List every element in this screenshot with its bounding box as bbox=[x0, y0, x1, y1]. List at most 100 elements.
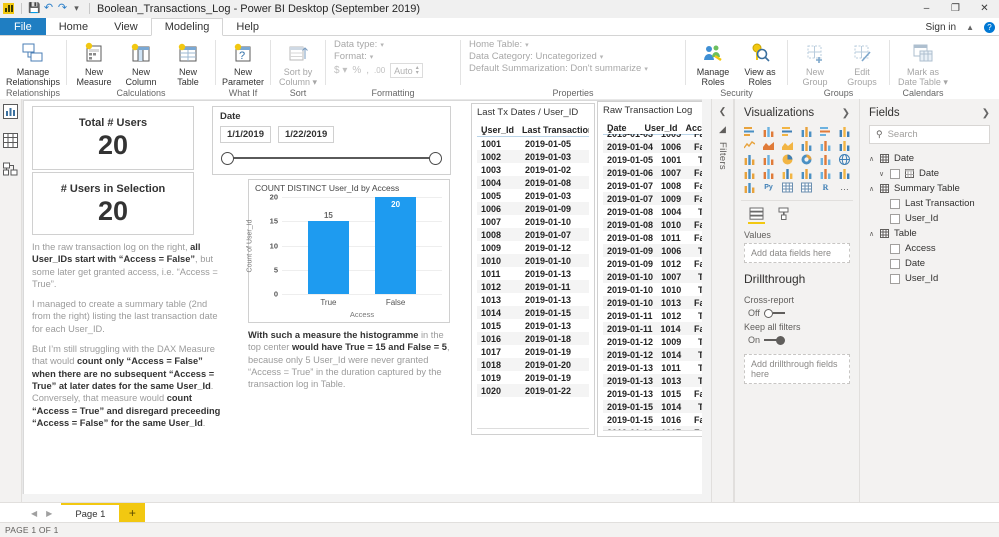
table-row[interactable]: 1001 2019-01-05 bbox=[477, 137, 589, 150]
col-header-date[interactable]: Date ▲ bbox=[603, 121, 640, 135]
field-item[interactable]: Last Transaction bbox=[860, 196, 999, 211]
field-checkbox[interactable] bbox=[890, 213, 900, 224]
field-checkbox[interactable] bbox=[890, 168, 900, 179]
sort-by-column-button[interactable]: Sort by Column ▾ bbox=[275, 39, 321, 87]
report-view-button[interactable] bbox=[2, 103, 19, 121]
slicer-track[interactable] bbox=[221, 152, 442, 165]
field-checkbox[interactable] bbox=[890, 258, 900, 269]
r-visual-icon[interactable]: R bbox=[817, 181, 834, 193]
table-row[interactable]: 1009 2019-01-12 bbox=[477, 241, 589, 254]
new-measure-button[interactable]: New Measure bbox=[71, 39, 117, 87]
table-item[interactable]: ∧ Date bbox=[860, 151, 999, 166]
view-as-roles-button[interactable]: View as Roles bbox=[737, 39, 783, 87]
table-row[interactable]: 1006 2019-01-09 bbox=[477, 202, 589, 215]
field-checkbox[interactable] bbox=[890, 273, 900, 284]
field-item[interactable]: User_Id bbox=[860, 211, 999, 226]
table-row[interactable]: 1020 2019-01-22 bbox=[477, 384, 589, 397]
keep-all-filters-toggle[interactable] bbox=[764, 335, 786, 345]
tab-home[interactable]: Home bbox=[46, 18, 101, 36]
chevron-down-icon[interactable]: ▾ bbox=[600, 53, 604, 61]
table-row[interactable]: 1019 2019-01-19 bbox=[477, 371, 589, 384]
table-row[interactable]: 2019-01-111014False bbox=[603, 322, 711, 335]
canvas-vertical-scrollbar[interactable] bbox=[702, 99, 711, 503]
table-row[interactable]: 2019-01-081010False bbox=[603, 218, 711, 231]
edit-groups-button[interactable]: Edit Groups bbox=[839, 39, 885, 87]
table-row[interactable]: 1010 2019-01-10 bbox=[477, 254, 589, 267]
table-row[interactable]: 2019-01-151014True bbox=[603, 400, 711, 413]
table-row[interactable]: 2019-01-091012False bbox=[603, 257, 711, 270]
chevron-up-icon[interactable]: ∧ bbox=[868, 185, 875, 193]
fields-search-box[interactable]: ⚲ Search bbox=[869, 125, 990, 144]
line-chart-icon[interactable] bbox=[741, 139, 758, 151]
thousands-separator-icon[interactable]: , bbox=[366, 65, 369, 76]
gauge-icon[interactable] bbox=[779, 167, 796, 179]
table-row[interactable]: 2019-01-071009False bbox=[603, 192, 711, 205]
100-stacked-column-chart-icon[interactable] bbox=[836, 125, 853, 137]
chevron-up-icon[interactable]: ∧ bbox=[868, 155, 875, 163]
slicer-start-input[interactable]: 1/1/2019 bbox=[220, 126, 271, 143]
home-table-row[interactable]: Home Table: ▾ bbox=[469, 39, 529, 50]
col-header-user-id[interactable]: User_Id ▲ bbox=[477, 123, 518, 137]
tab-view[interactable]: View bbox=[101, 18, 151, 36]
data-view-button[interactable] bbox=[2, 132, 19, 150]
slicer-handle-right[interactable] bbox=[429, 152, 442, 165]
table-last-tx-dates-per-userid[interactable]: Last Tx Dates / User_ID User_Id ▲ Last T… bbox=[471, 103, 595, 435]
tab-modeling[interactable]: Modeling bbox=[150, 18, 224, 36]
table-item[interactable]: ∨ Date bbox=[860, 166, 999, 181]
table-row[interactable]: 2019-01-161017False bbox=[603, 426, 711, 430]
new-parameter-button[interactable]: ? New Parameter bbox=[220, 39, 266, 87]
table-row[interactable]: 2019-01-061007False bbox=[603, 166, 711, 179]
textbox-explanation-left[interactable]: In the raw transaction log on the right,… bbox=[32, 241, 228, 428]
map-icon[interactable] bbox=[836, 153, 853, 165]
chevron-down-icon[interactable]: ▾ bbox=[380, 41, 384, 49]
field-checkbox[interactable] bbox=[890, 243, 900, 254]
scatter-chart-icon[interactable] bbox=[760, 153, 777, 165]
chevron-up-icon[interactable]: ▲ bbox=[966, 23, 974, 32]
stacked-bar-chart-icon[interactable] bbox=[741, 125, 758, 137]
help-icon[interactable]: ? bbox=[984, 21, 995, 33]
filters-pane-collapsed[interactable]: ❮ ◢ Filters bbox=[711, 99, 734, 503]
bar-true[interactable] bbox=[307, 221, 350, 294]
table-row[interactable]: 1016 2019-01-18 bbox=[477, 332, 589, 345]
minimize-button[interactable]: – bbox=[912, 0, 941, 17]
table-row[interactable]: 1013 2019-01-13 bbox=[477, 293, 589, 306]
field-checkbox[interactable] bbox=[890, 198, 900, 209]
waterfall-chart-icon[interactable] bbox=[741, 153, 758, 165]
field-item[interactable]: Date bbox=[860, 256, 999, 271]
stepper-arrows-icon[interactable]: ▴ ▾ bbox=[416, 65, 419, 76]
format-tab[interactable] bbox=[776, 207, 793, 224]
values-dropzone[interactable]: Add data fields here bbox=[744, 243, 850, 263]
python-visual-icon[interactable]: Py bbox=[760, 181, 777, 193]
card-icon[interactable] bbox=[798, 167, 815, 179]
chevron-right-icon[interactable]: ❯ bbox=[982, 108, 990, 119]
table-row[interactable]: 2019-01-081011False bbox=[603, 231, 711, 244]
maximize-button[interactable]: ❐ bbox=[941, 0, 970, 17]
chevron-down-icon[interactable]: ∨ bbox=[878, 170, 885, 178]
chevron-down-icon[interactable]: ▾ bbox=[370, 53, 374, 61]
table-row[interactable]: 1004 2019-01-08 bbox=[477, 176, 589, 189]
data-category-row[interactable]: Data Category: Uncategorized ▾ bbox=[469, 51, 603, 62]
table-raw-transaction-log[interactable]: Raw Transaction Log Date ▲ User_Id Acces… bbox=[597, 101, 711, 437]
col-header-last-transaction[interactable]: Last Transaction bbox=[518, 123, 589, 136]
table-row[interactable]: 1005 2019-01-03 bbox=[477, 189, 589, 202]
add-page-button[interactable]: + bbox=[119, 503, 146, 523]
table-row[interactable]: 2019-01-101007True bbox=[603, 270, 711, 283]
table-row[interactable]: 2019-01-131015False bbox=[603, 387, 711, 400]
table-item[interactable]: ∧ Summary Table bbox=[860, 181, 999, 196]
new-column-button[interactable]: New Column bbox=[118, 39, 164, 87]
page-tab-page-1[interactable]: Page 1 bbox=[61, 503, 120, 523]
clustered-column-chart-icon[interactable] bbox=[798, 125, 815, 137]
default-summarization-row[interactable]: Default Summarization: Don't summarize ▾ bbox=[469, 63, 648, 74]
chevron-down-icon[interactable]: ▾ bbox=[71, 3, 82, 14]
redo-icon[interactable]: ↷ bbox=[57, 3, 68, 14]
table-row[interactable]: 2019-01-121009True bbox=[603, 335, 711, 348]
new-table-button[interactable]: New Table bbox=[165, 39, 211, 87]
area-chart-icon[interactable] bbox=[760, 139, 777, 151]
chevron-down-icon[interactable]: ▾ bbox=[525, 41, 529, 49]
decimal-places-icon[interactable]: .00 bbox=[374, 66, 385, 75]
card-users-in-selection[interactable]: # Users in Selection 20 bbox=[32, 172, 194, 235]
slicer-handle-left[interactable] bbox=[221, 152, 234, 165]
drillthrough-dropzone[interactable]: Add drillthrough fields here bbox=[744, 354, 850, 384]
auto-decimal-stepper[interactable]: Auto ▴ ▾ bbox=[390, 63, 423, 78]
donut-chart-icon[interactable] bbox=[798, 153, 815, 165]
